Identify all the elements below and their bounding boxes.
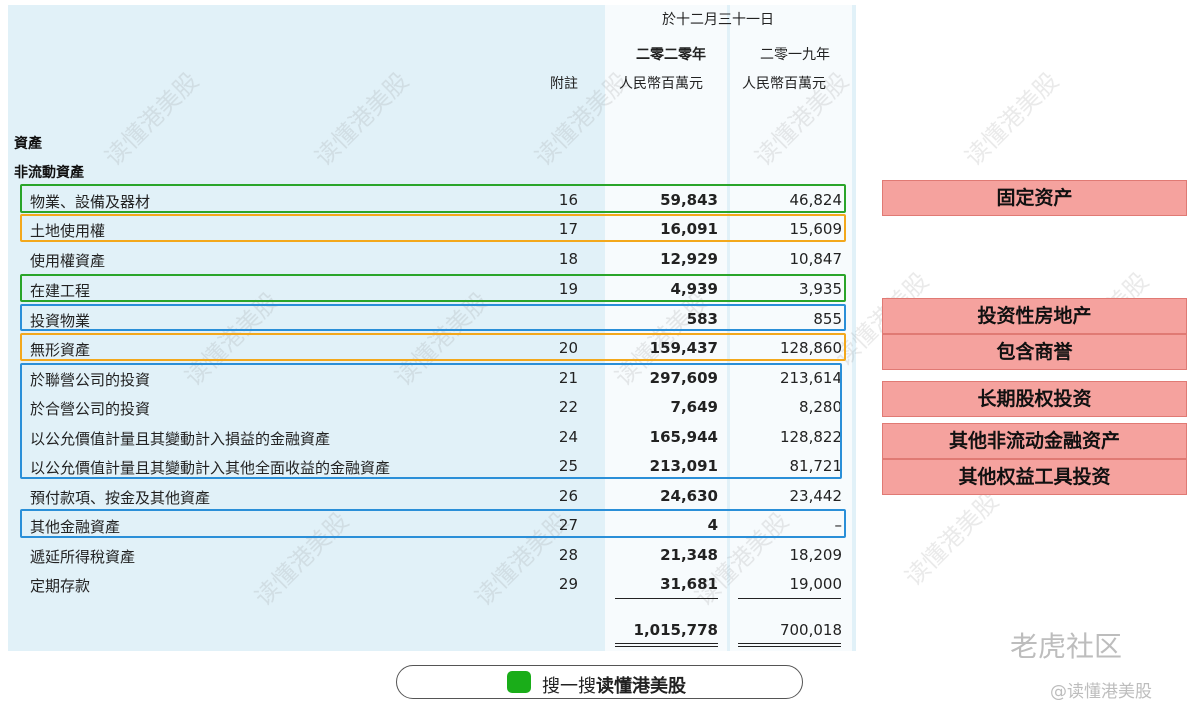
- tag-includes-goodwill: 包含商誉: [882, 334, 1187, 370]
- watermark: 读懂港美股: [899, 486, 1005, 592]
- row-value-2019: 18,209: [789, 546, 843, 564]
- tag-other-equity-instrument-investment: 其他权益工具投资: [882, 459, 1187, 495]
- tag-long-term-equity-investment: 长期股权投资: [882, 381, 1187, 417]
- highlight-box-green: [20, 274, 846, 302]
- subtotal-rule-2019: [738, 598, 841, 599]
- watermark: 读懂港美股: [959, 66, 1065, 172]
- row-value-2020: 31,681: [660, 575, 718, 593]
- tag-other-non-current-financial-assets: 其他非流动金融资产: [882, 423, 1187, 459]
- year-2019-header: 二零一九年: [760, 47, 830, 63]
- row-note: 18: [558, 250, 578, 268]
- wechat-search-bar[interactable]: 搜一搜读懂港美股: [396, 665, 803, 699]
- search-keyword: 读懂港美股: [596, 676, 686, 697]
- row-value-2020: 21,348: [660, 546, 718, 564]
- note-column-header: 附註: [550, 76, 578, 92]
- row-label: 遞延所得稅資產: [30, 548, 136, 566]
- total-rule-2020-bottom: [615, 646, 718, 647]
- total-2020: 1,015,778: [633, 621, 718, 639]
- search-text: 搜一搜读懂港美股: [542, 672, 686, 698]
- subtotal-rule-2020: [615, 598, 718, 599]
- highlight-box-orange: [20, 333, 846, 361]
- tag-fixed-assets: 固定资产: [882, 180, 1187, 216]
- section-assets: 資產: [14, 136, 42, 152]
- year-2020-header: 二零二零年: [636, 47, 706, 63]
- currency-2019-header: 人民幣百萬元: [742, 76, 826, 92]
- footer-handle: @读懂港美股: [1050, 682, 1152, 702]
- row-label: 預付款項、按金及其他資產: [30, 489, 211, 507]
- total-rule-2019-top: [738, 643, 841, 644]
- tag-investment-property: 投资性房地产: [882, 298, 1187, 334]
- section-non-current-assets: 非流動資產: [14, 165, 84, 181]
- highlight-box-orange: [20, 214, 846, 242]
- table-row: 使用權資產 18 12,929 10,847: [0, 245, 860, 274]
- row-note: 29: [558, 575, 578, 593]
- search-prefix: 搜一搜: [542, 676, 596, 697]
- wechat-icon: [507, 671, 531, 693]
- table-row: 預付款項、按金及其他資產 26 24,630 23,442: [0, 482, 860, 511]
- row-label: 定期存款: [30, 577, 91, 595]
- highlight-box-blue: [20, 363, 842, 479]
- row-value-2020: 24,630: [660, 487, 718, 505]
- tiger-community-logo: 老虎社区: [1010, 630, 1123, 663]
- row-note: 28: [558, 546, 578, 564]
- total-rule-2020-top: [615, 643, 718, 644]
- row-value-2020: 12,929: [660, 250, 718, 268]
- highlight-box-green: [20, 184, 846, 213]
- currency-2020-header: 人民幣百萬元: [619, 76, 703, 92]
- row-value-2019: 19,000: [789, 575, 843, 593]
- row-value-2019: 10,847: [789, 250, 843, 268]
- row-value-2019: 23,442: [789, 487, 843, 505]
- highlight-box-blue: [20, 509, 846, 538]
- table-row: 定期存款 29 31,681 19,000: [0, 570, 860, 599]
- total-rule-2019-bottom: [738, 646, 841, 647]
- total-2019: 700,018: [779, 621, 842, 639]
- row-note: 26: [558, 487, 578, 505]
- row-label: 使用權資產: [30, 252, 106, 270]
- table-row: 遞延所得稅資產 28 21,348 18,209: [0, 541, 860, 570]
- period-header: 於十二月三十一日: [662, 12, 774, 28]
- highlight-box-blue: [20, 304, 846, 331]
